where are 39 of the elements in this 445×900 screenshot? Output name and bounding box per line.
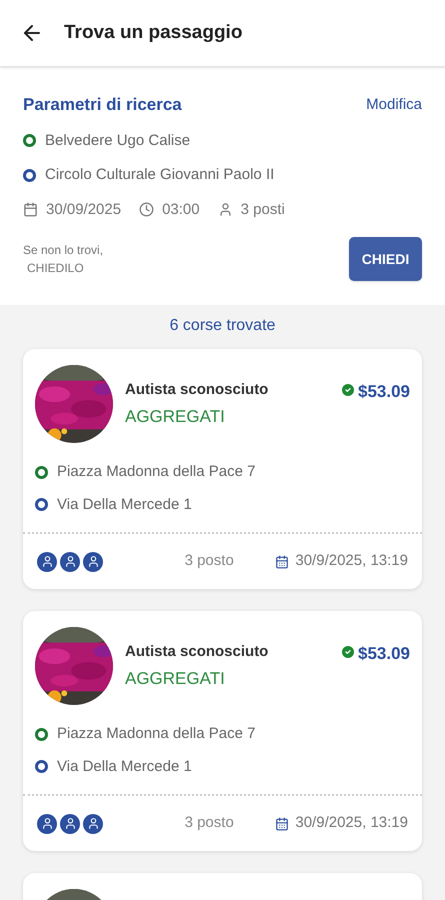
stop-name: Piazza Madonna della Pace 7 <box>57 462 256 482</box>
search-seats: 3 posti <box>240 198 285 221</box>
driver-name: Autista sconosciuto <box>125 380 268 400</box>
stop-name: Circolo Culturale Giovanni Paolo II <box>45 165 274 185</box>
group-label: AGGREGATI <box>125 668 226 690</box>
search-date: 30/09/2025 <box>46 200 122 220</box>
calendar-icon <box>275 554 290 568</box>
passenger-icon <box>37 814 57 834</box>
search-time: 03:00 <box>162 200 200 220</box>
price: $53.09 <box>358 643 410 665</box>
seats-count: 3 posto <box>184 813 234 834</box>
hint-text: Se non lo trovi, <box>23 242 104 259</box>
ride-card[interactable]: Autista sconosciuto AGGREGATI $53.09 Piazza Madonna della Pace 7 Via Della Mercede 1 3 posto 30/9/2025, 13:19 <box>23 611 422 851</box>
passenger-icon <box>37 552 57 572</box>
calendar-icon <box>275 816 290 830</box>
stop-name: Via Della Mercede 1 <box>57 494 192 514</box>
passenger-icon <box>60 814 80 834</box>
calendar-icon <box>23 202 38 218</box>
stop-name: Belvedere Ugo Calise <box>45 130 190 150</box>
price: $53.09 <box>358 381 410 403</box>
ride-datetime: 30/9/2025, 13:19 <box>295 813 408 834</box>
seats-count: 3 posto <box>184 551 234 572</box>
ride-datetime: 30/9/2025, 13:19 <box>295 551 408 572</box>
passenger-icon <box>83 552 103 572</box>
clock-icon <box>139 202 154 218</box>
edit-link[interactable]: Modifica <box>366 94 422 116</box>
results-count: 6 corse trovate <box>170 316 276 336</box>
section-title: Parametri di ricerca <box>23 94 182 116</box>
page-title: Trova un passaggio <box>64 20 242 45</box>
group-label: AGGREGATI <box>125 406 226 428</box>
passenger-icon <box>60 552 80 572</box>
stop-name: Piazza Madonna della Pace 7 <box>57 724 256 744</box>
ride-card[interactable]: Autista sconosciuto AGGREGATI $53.09 Piazza Madonna della Pace 7 Via Della Mercede 1 3 posto 30/9/2025, 13:19 <box>23 349 422 589</box>
person-icon <box>218 202 233 218</box>
passenger-icon <box>83 814 103 834</box>
ask-button[interactable]: CHIEDI <box>349 237 422 281</box>
hint-text: CHIEDILO <box>27 260 85 277</box>
stop-name: Via Della Mercede 1 <box>57 756 192 776</box>
driver-name: Autista sconosciuto <box>125 642 268 662</box>
